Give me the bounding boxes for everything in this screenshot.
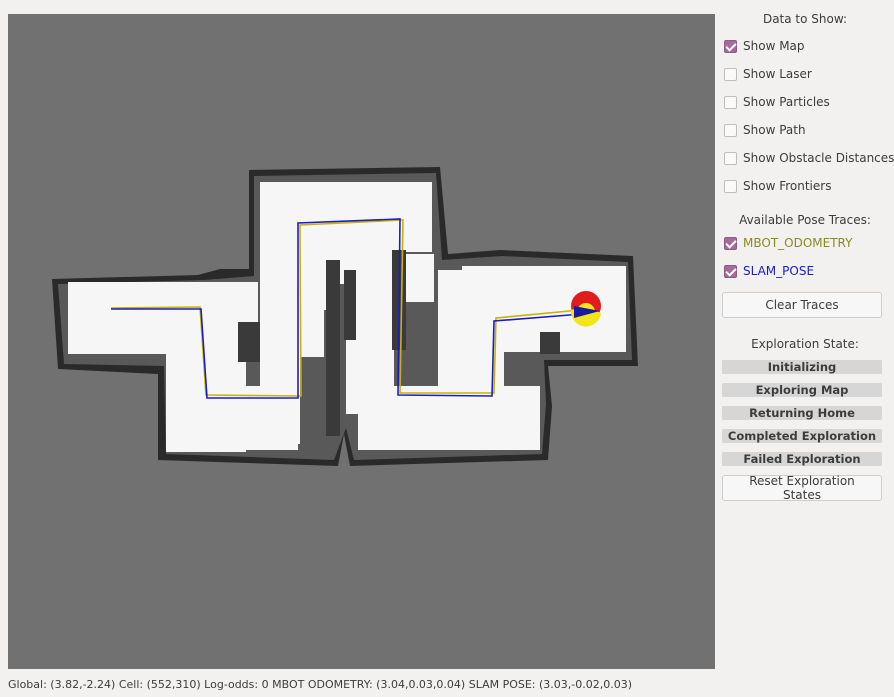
- checkbox-box[interactable]: [724, 39, 737, 53]
- checkbox-box[interactable]: [724, 264, 737, 278]
- checkbox-box[interactable]: [724, 67, 737, 81]
- status-bar: Global: (3.82,-2.24) Cell: (552,310) Log…: [0, 672, 894, 697]
- side-panel: Data to Show: Show Map Show Laser Show P…: [716, 8, 894, 670]
- show-path-checkbox[interactable]: Show Path: [724, 121, 806, 139]
- show-particles-checkbox[interactable]: Show Particles: [724, 93, 830, 111]
- checkbox-label: Show Laser: [743, 67, 812, 81]
- checkbox-label: SLAM_POSE: [743, 264, 815, 278]
- state-initializing: Initializing: [722, 360, 882, 374]
- state-exploring-map: Exploring Map: [722, 383, 882, 397]
- state-failed-exploration: Failed Exploration: [722, 452, 882, 466]
- state-completed-exploration: Completed Exploration: [722, 429, 882, 443]
- reset-exploration-states-button[interactable]: Reset Exploration States: [722, 474, 882, 502]
- show-obstacle-distances-checkbox[interactable]: Show Obstacle Distances: [724, 149, 894, 167]
- show-frontiers-checkbox[interactable]: Show Frontiers: [724, 177, 831, 195]
- checkbox-box[interactable]: [724, 123, 737, 137]
- slam-pose-trace-checkbox[interactable]: SLAM_POSE: [724, 262, 814, 280]
- clear-traces-button[interactable]: Clear Traces: [722, 292, 882, 318]
- checkbox-box[interactable]: [724, 179, 737, 193]
- checkbox-label: MBOT_ODOMETRY: [743, 236, 853, 250]
- checkbox-label: Show Frontiers: [743, 179, 832, 193]
- show-laser-checkbox[interactable]: Show Laser: [724, 65, 812, 83]
- checkbox-label: Show Path: [743, 123, 806, 137]
- robot-marker: [570, 291, 601, 327]
- state-returning-home: Returning Home: [722, 406, 882, 420]
- data-to-show-title: Data to Show:: [762, 12, 848, 26]
- exploration-state-title: Exploration State:: [751, 337, 859, 351]
- checkbox-box[interactable]: [724, 95, 737, 109]
- checkbox-box[interactable]: [724, 236, 737, 250]
- checkbox-label: Show Map: [743, 39, 805, 53]
- checkbox-box[interactable]: [724, 151, 737, 165]
- mbot-odometry-trace-checkbox[interactable]: MBOT_ODOMETRY: [724, 234, 852, 252]
- show-map-checkbox[interactable]: Show Map: [724, 37, 805, 55]
- status-text: Global: (3.82,-2.24) Cell: (552,310) Log…: [8, 678, 633, 691]
- map-view: [52, 167, 638, 466]
- map-canvas[interactable]: [8, 14, 715, 669]
- checkbox-label: Show Obstacle Distances: [743, 151, 894, 165]
- pose-traces-title: Available Pose Traces:: [739, 213, 871, 227]
- checkbox-label: Show Particles: [743, 95, 830, 109]
